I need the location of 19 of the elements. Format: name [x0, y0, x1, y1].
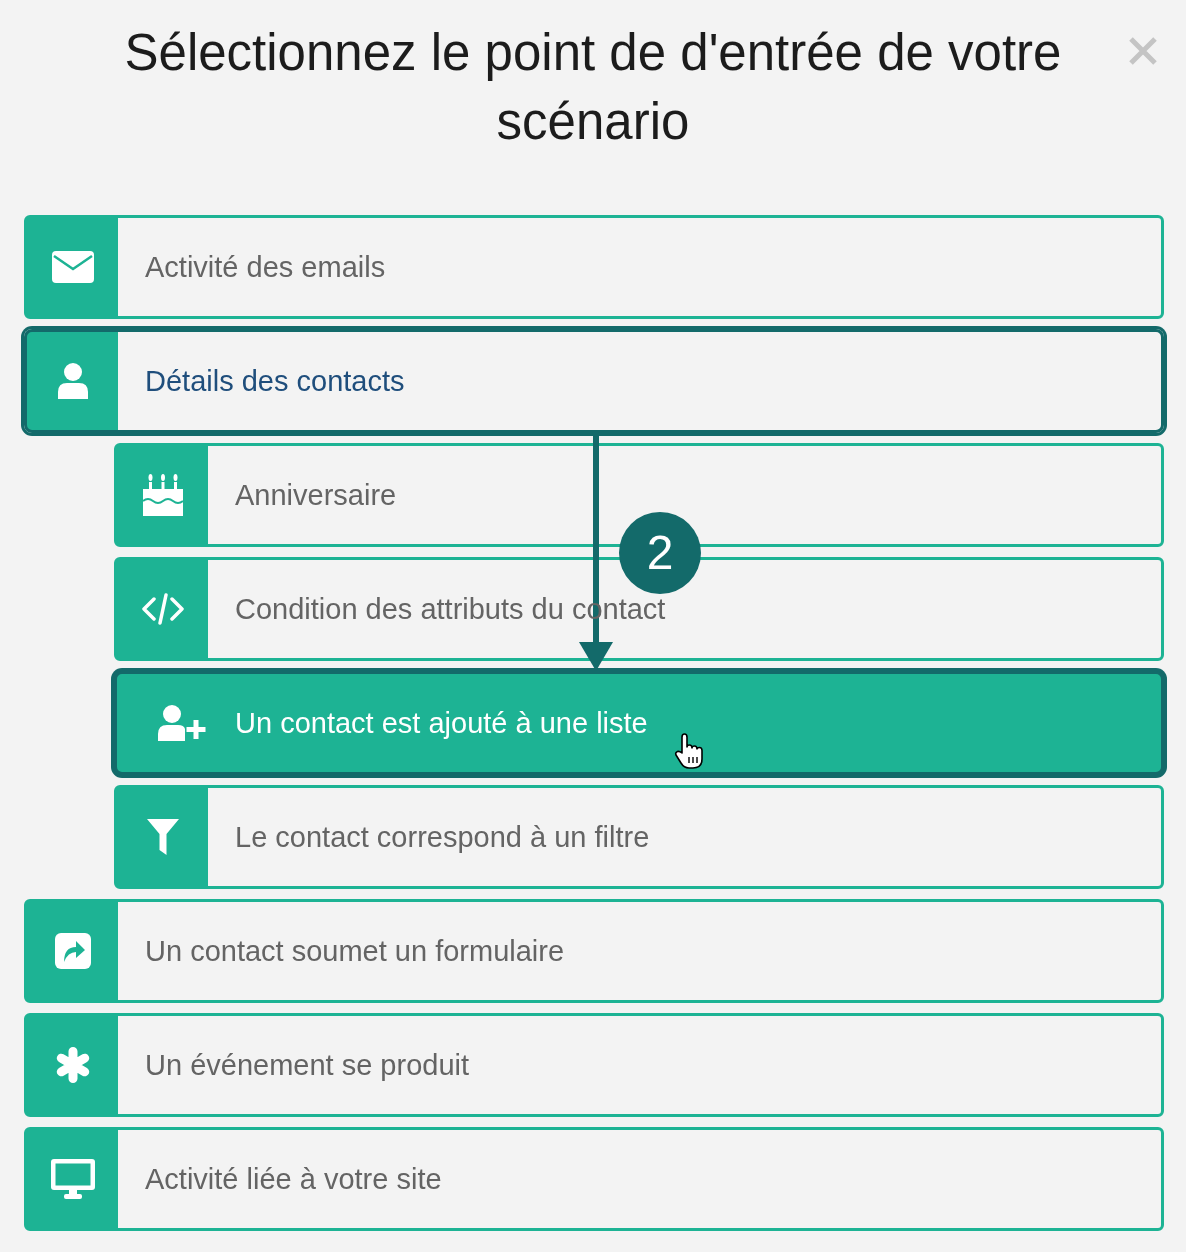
entry-point-item[interactable]: Le contact correspond à un filtre	[114, 785, 1164, 889]
entry-point-item[interactable]: Un contact soumet un formulaire	[24, 899, 1164, 1003]
monitor-icon	[50, 1159, 95, 1199]
entry-point-item[interactable]: Détails des contacts	[24, 329, 1164, 433]
asterisk-icon	[55, 1047, 90, 1083]
close-icon	[1128, 36, 1158, 66]
entry-point-item[interactable]: Un événement se produit	[24, 1013, 1164, 1117]
person-icon	[57, 363, 88, 399]
entry-point-item[interactable]: Activité des emails	[24, 215, 1164, 319]
filter-icon	[146, 819, 179, 855]
cake-icon	[141, 474, 184, 516]
envelope-icon	[51, 251, 94, 283]
entry-point-item[interactable]: Activité liée à votre site	[24, 1127, 1164, 1231]
close-button[interactable]	[1128, 36, 1158, 66]
share-icon	[54, 933, 91, 969]
user-plus-icon	[157, 705, 206, 741]
dialog-title: Sélectionnez le point de d'entrée de votre scénario	[123, 23, 1063, 152]
code-icon	[141, 593, 184, 625]
hand-cursor-icon	[674, 733, 704, 769]
